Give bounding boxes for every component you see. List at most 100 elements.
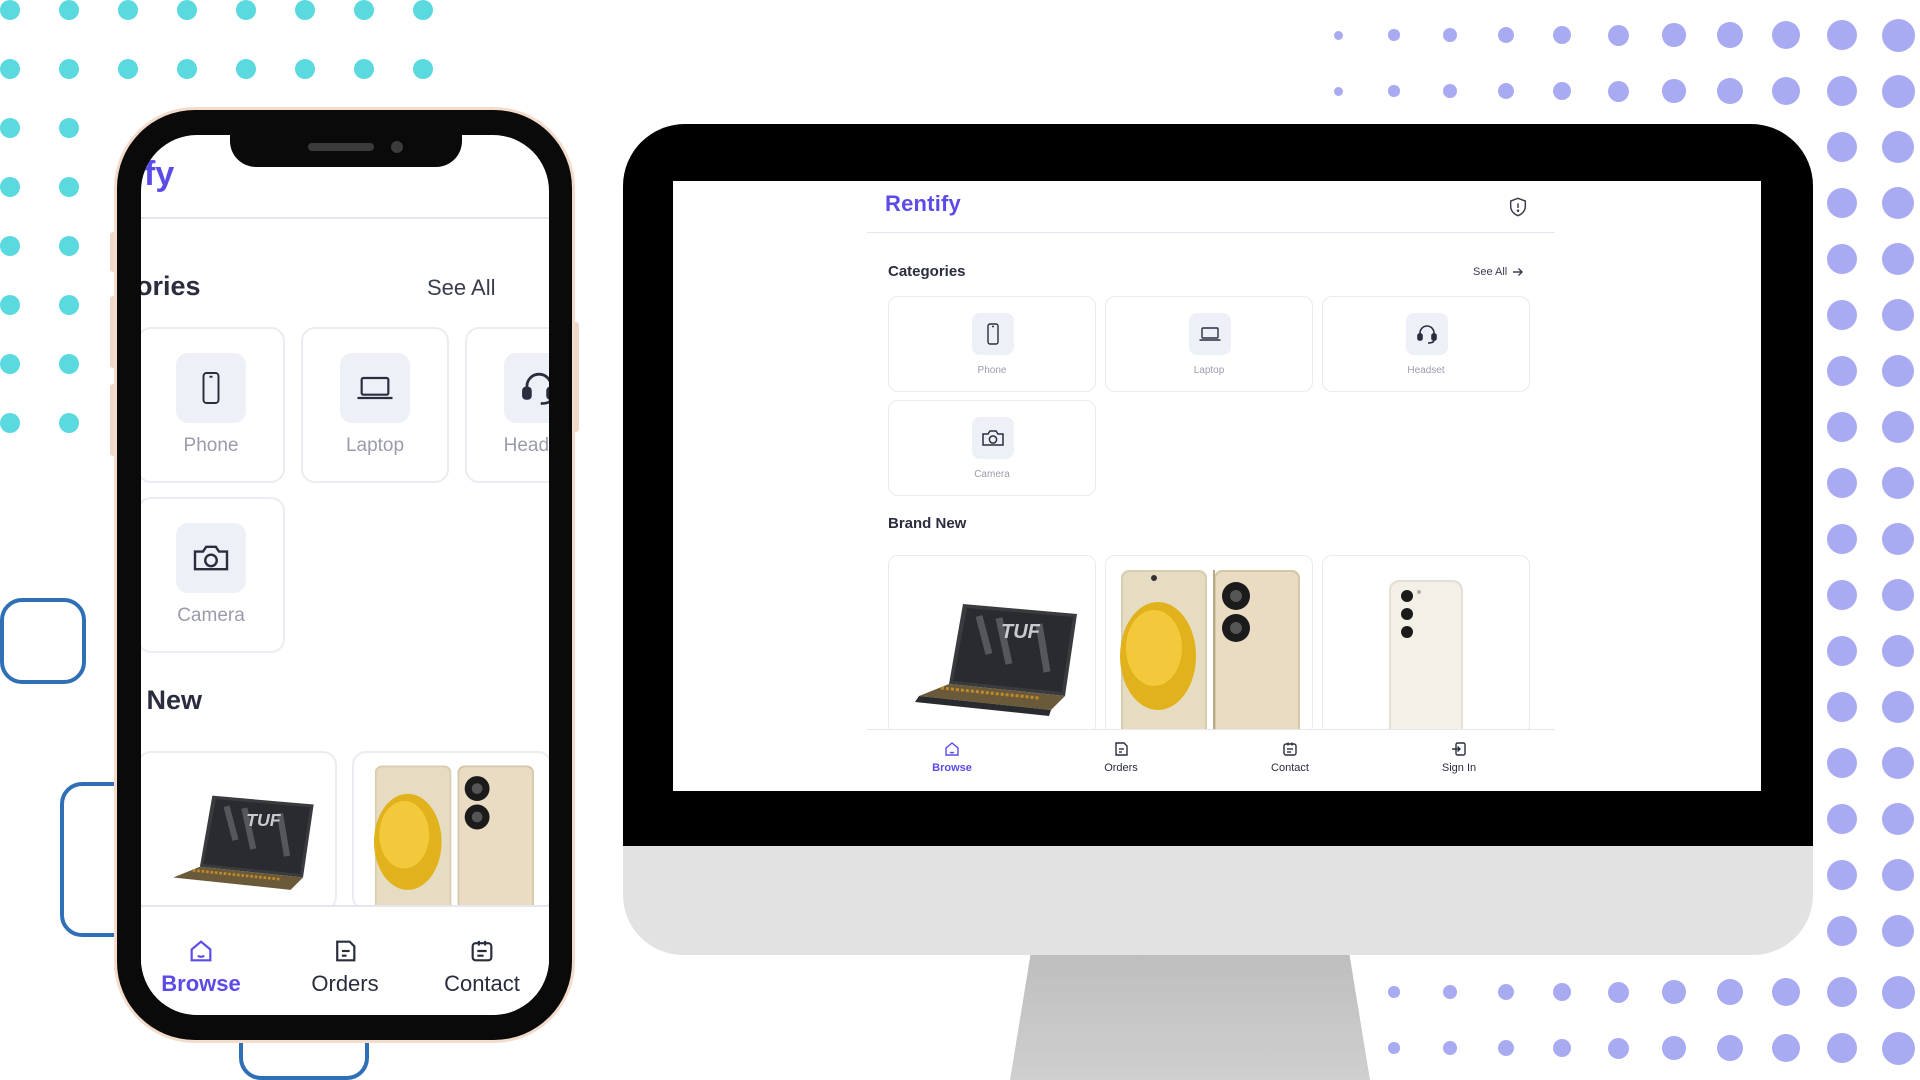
background-dot — [59, 59, 79, 79]
nav-contact[interactable]: Contact — [1235, 740, 1345, 774]
app-logo[interactable]: Rentify — [885, 191, 961, 217]
background-dot — [1717, 1035, 1743, 1061]
background-dot — [1826, 19, 1858, 51]
camera-icon — [972, 417, 1014, 459]
background-dot — [1827, 860, 1857, 890]
background-dot — [1882, 859, 1914, 891]
categories-title: Categories — [888, 263, 966, 280]
background-dot — [354, 0, 374, 20]
app-logo[interactable]: Rentify — [141, 155, 174, 194]
category-card-headset[interactable]: Headset — [465, 327, 549, 483]
nav-contact[interactable]: Contact — [412, 937, 549, 997]
background-dot — [1827, 748, 1857, 778]
category-card-laptop[interactable]: Laptop — [1105, 296, 1313, 392]
nav-orders[interactable]: Orders — [275, 937, 415, 997]
background-dot — [236, 0, 256, 20]
nav-label: Browse — [161, 971, 241, 996]
background-dot — [0, 236, 20, 256]
background-dot — [1552, 81, 1572, 101]
nav-browse[interactable]: Browse — [141, 937, 271, 997]
background-dot — [1827, 244, 1857, 274]
background-dot — [1881, 1031, 1915, 1065]
categories-title: Categories — [141, 271, 201, 301]
category-card-camera[interactable]: Camera — [888, 400, 1096, 496]
nav-orders[interactable]: Orders — [1066, 740, 1176, 774]
background-dot — [1388, 29, 1400, 41]
nav-sign-in[interactable]: Sign In — [1404, 740, 1514, 774]
background-dot — [1882, 579, 1914, 611]
category-card-camera[interactable]: Camera — [141, 497, 285, 653]
category-card-headset[interactable]: Headset — [1322, 296, 1530, 392]
background-dot — [0, 413, 20, 433]
product-card-laptop[interactable]: TUF — [141, 751, 337, 911]
background-dot — [1882, 187, 1914, 219]
background-dot — [1552, 25, 1572, 45]
background-dot — [0, 177, 20, 197]
background-dot — [1827, 412, 1857, 442]
background-dot — [1497, 983, 1515, 1001]
desktop-screen: Rentify Categories See All Phone Laptop — [673, 181, 1761, 791]
background-dot — [59, 413, 79, 433]
background-dot — [59, 177, 79, 197]
background-dot — [1827, 692, 1857, 722]
background-dot — [1497, 82, 1515, 100]
background-dot — [1881, 74, 1915, 108]
category-label: Phone — [977, 365, 1007, 376]
background-dot — [177, 0, 197, 20]
product-card-laptop[interactable]: TUF — [888, 555, 1096, 735]
product-card-gold-phone[interactable] — [1105, 555, 1313, 735]
background-dot — [1771, 977, 1801, 1007]
phone-screen: Rentify Categories See All Phone Laptop … — [141, 135, 549, 1015]
mobile-app: Rentify Categories See All Phone Laptop … — [141, 135, 549, 1015]
product-card-white-phone[interactable] — [1322, 555, 1530, 735]
background-dot — [1882, 243, 1914, 275]
background-dot — [1771, 1033, 1801, 1063]
background-dot — [0, 295, 20, 315]
background-dot — [1882, 355, 1914, 387]
category-card-laptop[interactable]: Laptop — [301, 327, 449, 483]
category-label: Camera — [177, 605, 245, 626]
headset-icon — [504, 353, 549, 423]
see-all-link[interactable]: See All — [1473, 266, 1524, 278]
product-card-gold-phone[interactable] — [352, 751, 549, 911]
background-dot — [1443, 28, 1457, 42]
background-dot — [1497, 26, 1515, 44]
monitor-stand — [1010, 948, 1370, 1080]
background-dot — [1662, 1036, 1686, 1060]
category-card-phone[interactable]: Phone — [888, 296, 1096, 392]
background-dot — [1881, 975, 1915, 1009]
background-dot — [1882, 691, 1914, 723]
svg-text:TUF: TUF — [246, 810, 282, 830]
background-dot — [1827, 188, 1857, 218]
background-dot — [1826, 1032, 1858, 1064]
background-dot — [295, 59, 315, 79]
background-dot — [1388, 986, 1400, 998]
gold-phone-product-image — [374, 765, 534, 909]
background-dot — [1882, 523, 1914, 555]
see-all-link[interactable]: See All — [427, 275, 496, 301]
orders-icon — [336, 940, 356, 962]
background-dot — [1882, 803, 1914, 835]
background-dot — [1607, 80, 1629, 102]
nav-browse[interactable]: Browse — [897, 740, 1007, 774]
nav-label: Browse — [932, 762, 972, 774]
background-dot — [1882, 467, 1914, 499]
background-dot — [1882, 131, 1914, 163]
background-dot — [1388, 85, 1400, 97]
background-dot — [295, 0, 315, 20]
background-dot — [1827, 636, 1857, 666]
home-icon — [190, 940, 212, 962]
shield-alert-icon[interactable] — [1507, 195, 1529, 219]
bottom-navigation: Browse Orders Contact Sign In — [141, 905, 549, 1015]
bottom-navigation: Browse Orders Contact Sign In — [867, 729, 1555, 791]
background-dot — [0, 59, 20, 79]
category-label: Phone — [183, 435, 239, 456]
background-dot — [1388, 1042, 1400, 1054]
orders-icon — [1115, 742, 1128, 756]
phone-front-camera — [391, 141, 403, 153]
category-card-phone[interactable]: Phone — [141, 327, 285, 483]
background-dot — [1882, 411, 1914, 443]
background-dot — [1662, 79, 1686, 103]
background-dot — [1827, 580, 1857, 610]
gold-phone-product-image — [1120, 570, 1300, 734]
